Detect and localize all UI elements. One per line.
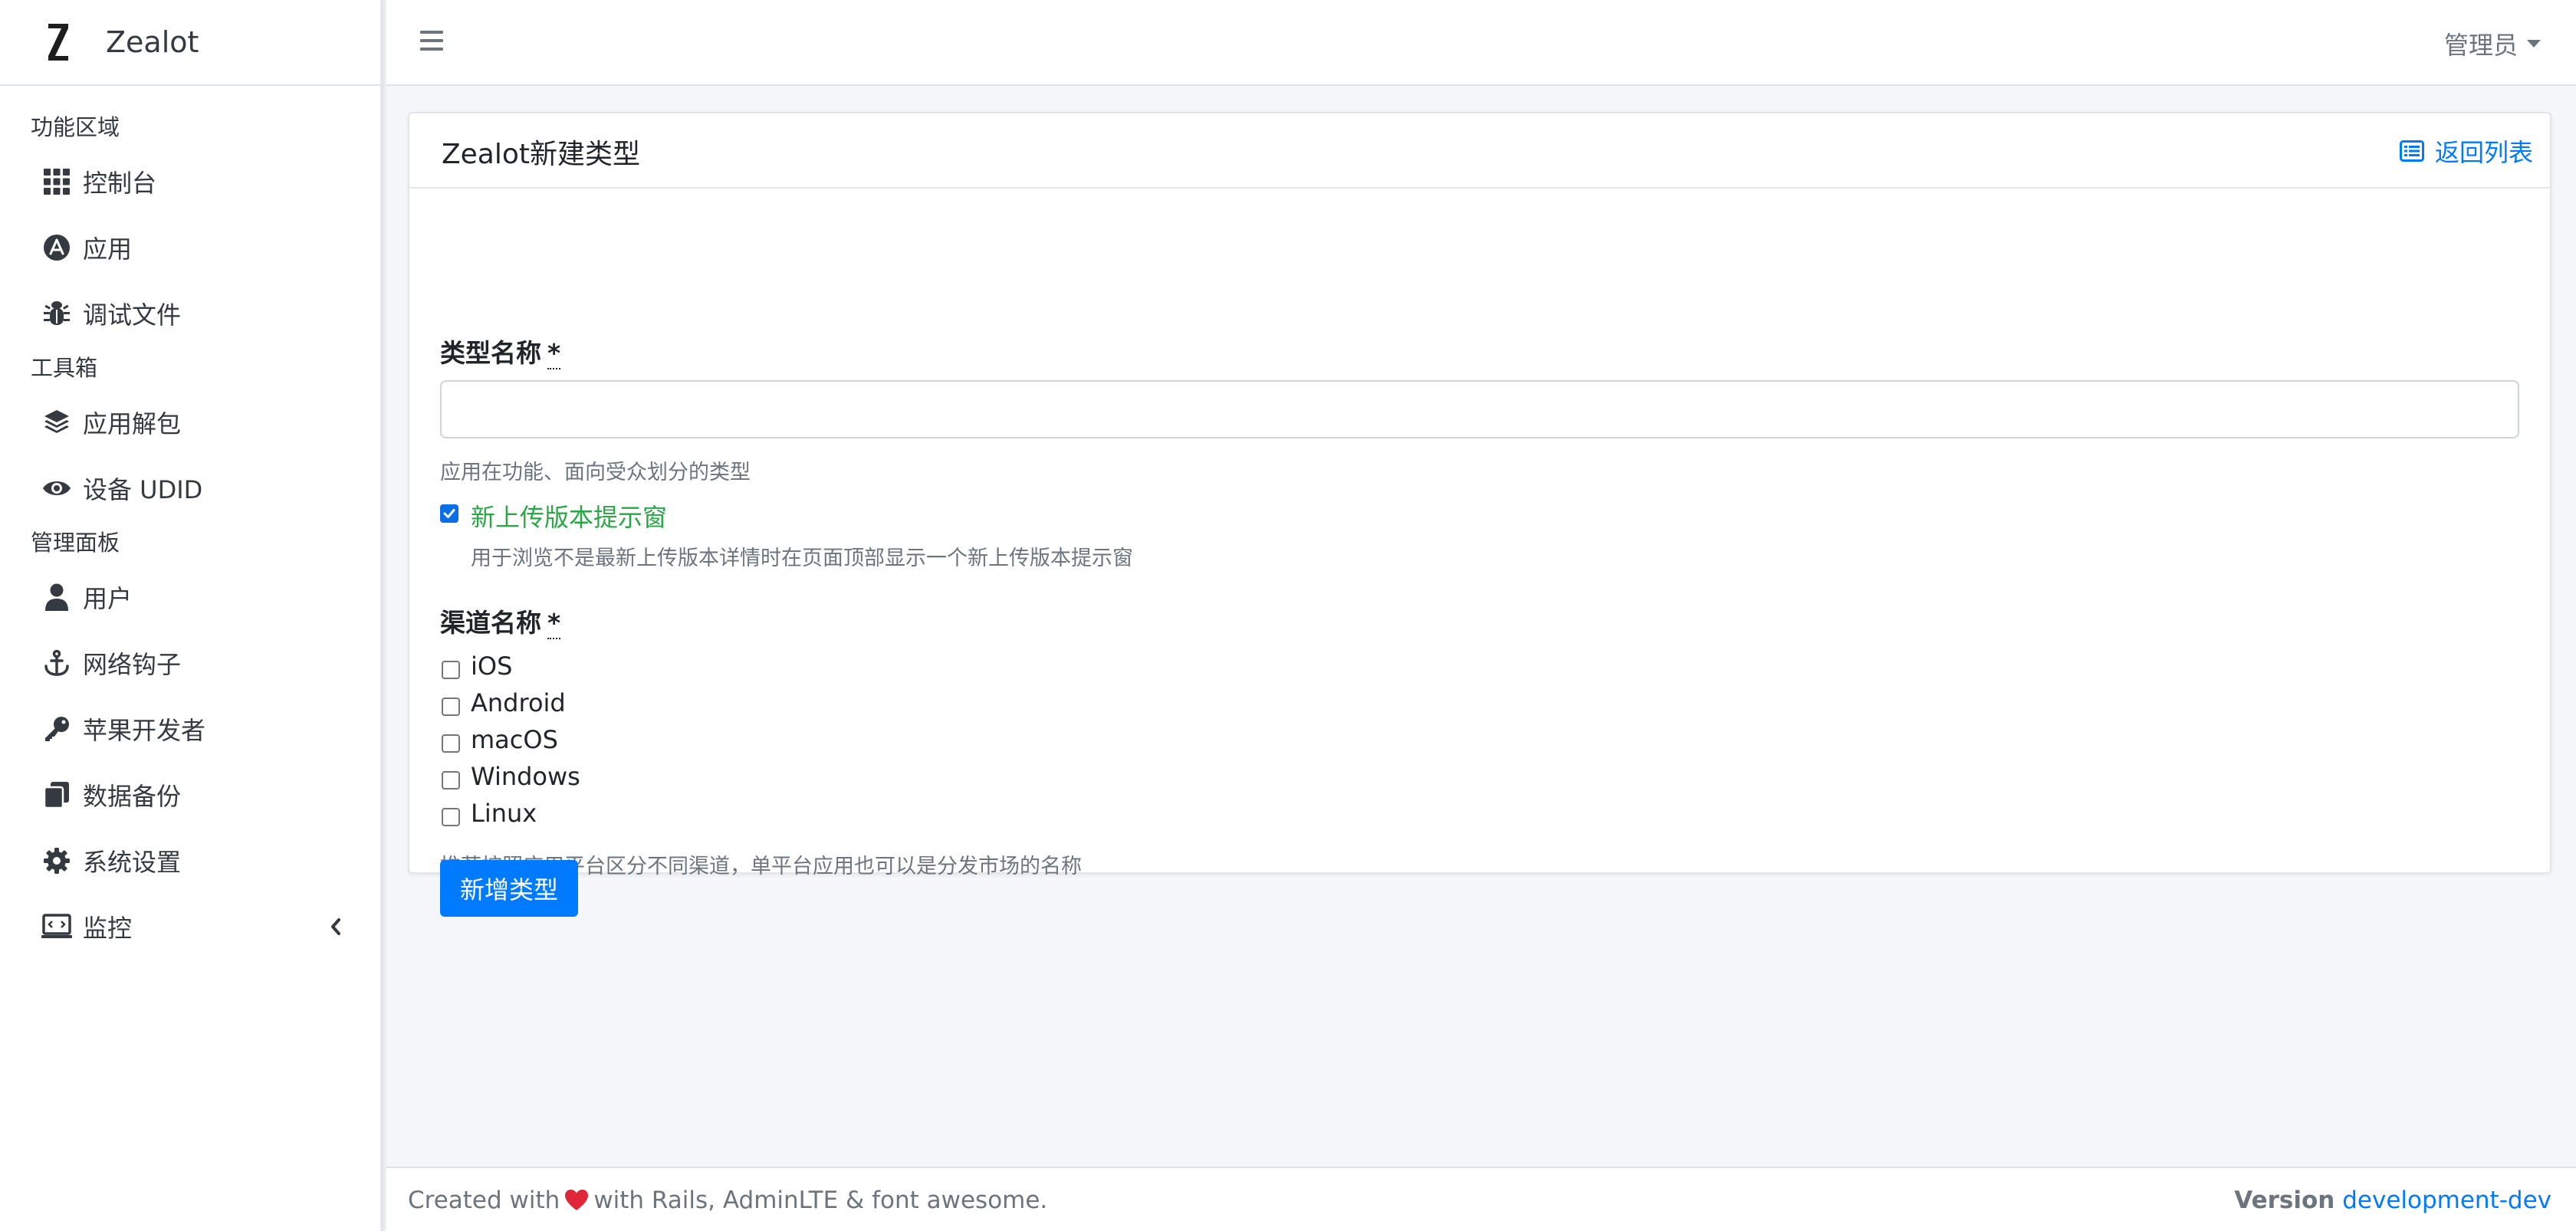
sidebar-item-users[interactable]: 用户 [0,564,380,630]
footer-created-suffix: with Rails, AdminLTE & font awesome. [593,1187,1048,1214]
card-title: Zealot新建类型 [442,139,641,170]
user-name: 管理员 [2443,31,2518,60]
list-icon [2399,140,2424,162]
sidebar-item-webhooks[interactable]: 网络钩子 [0,630,380,696]
nav-header-admin: 管理面板 [31,530,120,556]
back-to-list-link[interactable]: 返回列表 [2399,133,2533,169]
new-version-popup-checkbox[interactable] [440,504,458,523]
gear-icon [41,845,72,876]
sidebar-item-label: 苹果开发者 [83,716,206,745]
layers-icon [41,407,72,438]
sidebar-item-app-unpack[interactable]: 应用解包 [0,389,380,455]
footer: Created with with Rails, AdminLTE & font… [386,1167,2576,1231]
footer-version: Version development-dev [2234,1187,2551,1214]
copy-icon [41,780,72,810]
sidebar-item-device-udid[interactable]: 设备 UDID [0,455,380,521]
card-header: Zealot新建类型 返回列表 [409,113,2550,189]
sidebar-item-label: 应用 [83,235,133,264]
sidebar-item-label: 应用解包 [83,409,182,438]
channel-windows-label[interactable]: Windows [471,762,580,791]
app-store-icon [41,232,72,263]
nav-header-toolbox: 工具箱 [31,355,98,381]
add-type-button[interactable]: 新增类型 [440,860,578,917]
sidebar-item-backup[interactable]: 数据备份 [0,762,380,828]
brand[interactable]: Zealot [0,0,380,86]
new-version-popup-help: 用于浏览不是最新上传版本详情时在页面顶部显示一个新上传版本提示窗 [471,547,1133,570]
footer-credits: Created with with Rails, AdminLTE & font… [408,1187,1047,1214]
top-navbar: 管理员 [386,0,2576,86]
type-name-help: 应用在功能、面向受众划分的类型 [440,461,751,484]
sidebar-item-label: 设备 UDID [83,475,203,504]
sidebar-item-dashboard[interactable]: 控制台 [0,149,380,215]
channel-windows-checkbox[interactable] [442,771,460,789]
required-mark: * [547,608,561,639]
bug-icon [41,298,72,329]
grid-icon [41,166,72,197]
channel-android-checkbox[interactable] [442,698,460,716]
back-link-label: 返回列表 [2434,138,2533,167]
channel-name-label-text: 渠道名称 [440,608,541,638]
sidebar-item-settings[interactable]: 系统设置 [0,828,380,894]
key-icon [41,714,72,744]
sidebar-item-monitor[interactable]: 监控 [0,894,380,960]
required-mark: * [547,338,561,369]
sidebar-item-label: 调试文件 [83,300,182,330]
sidebar-item-apple-developer[interactable]: 苹果开发者 [0,696,380,762]
channel-name-label: 渠道名称 * [440,602,561,639]
nav-header-features: 功能区域 [31,114,120,140]
channel-macos-label[interactable]: macOS [471,725,558,754]
sidebar-item-apps[interactable]: 应用 [0,215,380,281]
sidebar-item-label: 控制台 [83,169,157,198]
channel-ios-checkbox[interactable] [442,661,460,679]
type-name-input[interactable] [440,380,2519,438]
sidebar: Zealot 功能区域 控制台 应用 调试文件 工具箱 应用解包 设备 UDID… [0,0,383,1231]
channel-linux-checkbox[interactable] [442,808,460,826]
chevron-left-icon[interactable] [328,915,343,938]
caret-down-icon [2527,40,2541,48]
sidebar-item-label: 数据备份 [83,782,182,811]
sidebar-item-label: 系统设置 [83,848,182,877]
type-name-label: 类型名称 * [440,333,561,369]
user-icon [41,582,72,612]
sidebar-item-label: 网络钩子 [83,650,182,679]
sidebar-item-label: 监控 [83,914,133,943]
version-label: Version [2234,1187,2335,1214]
check-icon [443,509,455,518]
anchor-icon [41,648,72,678]
version-link[interactable]: development-dev [2342,1187,2551,1214]
new-version-popup-label[interactable]: 新上传版本提示窗 [471,498,667,533]
channel-macos-checkbox[interactable] [442,734,460,753]
channel-android-label[interactable]: Android [471,688,566,717]
heart-icon [564,1189,589,1212]
monitor-icon [41,911,72,942]
user-menu-dropdown[interactable]: 管理员 [2444,26,2541,61]
footer-created-prefix: Created with [408,1187,560,1214]
sidebar-item-debug-files[interactable]: 调试文件 [0,281,380,346]
type-name-label-text: 类型名称 [440,338,541,368]
channel-linux-label[interactable]: Linux [471,799,537,828]
channel-ios-label[interactable]: iOS [471,652,512,681]
sidebar-item-label: 用户 [83,584,133,613]
brand-name: Zealot [106,25,199,59]
eye-icon [41,473,72,504]
menu-toggle-icon[interactable] [420,31,443,54]
new-type-card: Zealot新建类型 返回列表 类型名称 * 应用在功能、面向受众划分的类型 新… [408,112,2551,917]
zealot-logo-icon [43,19,74,65]
